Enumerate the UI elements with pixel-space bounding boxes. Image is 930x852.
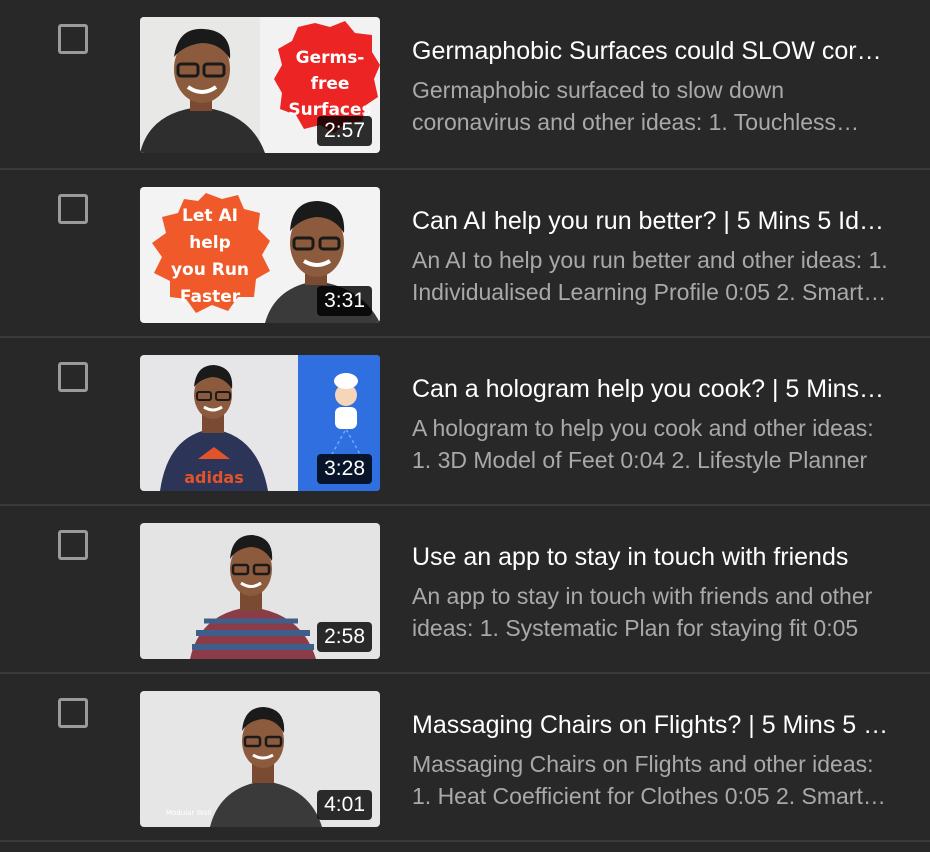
thumbnail-caption-line: Let AI xyxy=(182,206,238,226)
list-item: Let AI help you Run Faster 3:31 Can AI h… xyxy=(0,170,930,338)
duration-badge: 3:31 xyxy=(317,286,372,316)
thumbnail-caption-line: Modular Wall xyxy=(166,809,211,817)
list-item: Modular Wall 4:01 Massaging Chairs on Fl… xyxy=(0,674,930,842)
duration-badge: 3:28 xyxy=(317,454,372,484)
video-title[interactable]: Use an app to stay in touch with friends xyxy=(412,540,890,574)
thumbnail-caption-line: free xyxy=(311,74,350,94)
video-description: An AI to help you run better and other i… xyxy=(412,247,888,305)
video-description: Germaphobic surfaced to slow down corona… xyxy=(412,77,837,135)
select-checkbox[interactable] xyxy=(58,530,88,560)
list-item: Germs- free Surfaces 2:57 Germaphobic Su… xyxy=(0,0,930,170)
video-thumbnail[interactable]: Modular Wall 4:01 xyxy=(140,691,380,827)
select-checkbox[interactable] xyxy=(58,362,88,392)
video-thumbnail[interactable]: 2:58 xyxy=(140,523,380,659)
thumbnail-caption-line: Germs- xyxy=(296,48,365,68)
video-description: Massaging Chairs on Flights and other id… xyxy=(412,751,874,809)
video-thumbnail[interactable]: Let AI help you Run Faster 3:31 xyxy=(140,187,380,323)
video-title[interactable]: Can AI help you run better? | 5 Mins 5 I… xyxy=(412,204,890,238)
video-description: A hologram to help you cook and other id… xyxy=(412,415,874,473)
video-thumbnail[interactable]: adidas 3:28 xyxy=(140,355,380,491)
thumbnail-caption-line: adidas xyxy=(184,468,244,487)
thumbnail-caption-line: you Run xyxy=(171,260,249,280)
video-thumbnail[interactable]: Germs- free Surfaces 2:57 xyxy=(140,17,380,153)
thumbnail-caption-line: Faster xyxy=(180,287,241,307)
video-list: Germs- free Surfaces 2:57 Germaphobic Su… xyxy=(0,0,930,852)
duration-badge: 2:57 xyxy=(317,116,372,146)
select-checkbox[interactable] xyxy=(58,194,88,224)
thumbnail-caption-line: help xyxy=(189,233,231,253)
duration-badge: 4:01 xyxy=(317,790,372,820)
select-checkbox[interactable] xyxy=(58,698,88,728)
video-title[interactable]: Germaphobic Surfaces could SLOW coronavi… xyxy=(412,34,890,68)
video-title[interactable]: Can a hologram help you cook? | 5 Mins 5… xyxy=(412,372,890,406)
list-item: adidas 3:28 Can a hologram help you cook… xyxy=(0,338,930,506)
video-description: An app to stay in touch with friends and… xyxy=(412,583,873,641)
duration-badge: 2:58 xyxy=(317,622,372,652)
list-item: 2:58 Use an app to stay in touch with fr… xyxy=(0,506,930,674)
select-checkbox[interactable] xyxy=(58,24,88,54)
video-title[interactable]: Massaging Chairs on Flights? | 5 Mins 5 … xyxy=(412,708,890,742)
